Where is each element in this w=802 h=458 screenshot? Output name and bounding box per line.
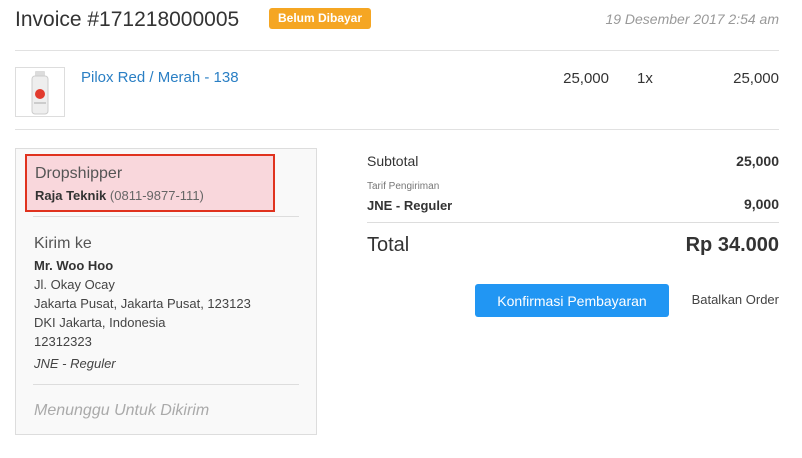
- address-line: Jl. Okay Ocay: [34, 277, 115, 292]
- product-line-total: 25,000: [733, 70, 779, 87]
- address-line: DKI Jakarta, Indonesia: [34, 315, 166, 330]
- invoice-title: Invoice #171218000005: [15, 8, 240, 31]
- dropshipper-phone: (0811-9877-111): [109, 188, 204, 203]
- shipping-courier: JNE - Reguler: [34, 356, 116, 371]
- product-price: 25,000: [563, 70, 609, 87]
- spray-can-icon: [31, 71, 49, 115]
- product-divider: [15, 129, 779, 130]
- dropshipper-divider: [33, 216, 299, 217]
- header-divider: [15, 50, 779, 51]
- shipping-divider: [33, 384, 299, 385]
- shipping-status: Menunggu Untuk Dikirim: [34, 402, 210, 419]
- dropshipper-info: Raja Teknik (0811-9877-111): [35, 188, 204, 203]
- shipping-fee-label: Tarif Pengiriman: [367, 181, 440, 192]
- summary-divider: [367, 222, 779, 223]
- confirm-payment-button[interactable]: Konfirmasi Pembayaran: [475, 284, 669, 317]
- dropshipper-name: Raja Teknik: [35, 188, 107, 203]
- shipping-fee-value: 9,000: [743, 196, 779, 212]
- product-thumbnail[interactable]: [15, 67, 65, 117]
- total-label: Total: [367, 234, 410, 256]
- dropshipper-title: Dropshipper: [35, 165, 123, 182]
- subtotal-value: 25,000: [736, 153, 779, 169]
- address-line: Jakarta Pusat, Jakarta Pusat, 123123: [34, 296, 251, 311]
- total-value: Rp 34.000: [685, 234, 779, 256]
- dropshipper-highlight: [25, 154, 275, 212]
- subtotal-label: Subtotal: [367, 153, 419, 169]
- product-quantity: 1x: [637, 70, 653, 87]
- shipping-service: JNE - Reguler: [367, 198, 453, 213]
- cancel-order-link[interactable]: Batalkan Order: [692, 292, 779, 307]
- shipping-title: Kirim ke: [34, 235, 92, 252]
- recipient-name: Mr. Woo Hoo: [34, 258, 114, 273]
- product-link[interactable]: Pilox Red / Merah - 138: [81, 69, 239, 86]
- address-line: 12312323: [34, 334, 92, 349]
- invoice-date: 19 Desember 2017 2:54 am: [605, 11, 779, 27]
- status-badge: Belum Dibayar: [269, 8, 372, 29]
